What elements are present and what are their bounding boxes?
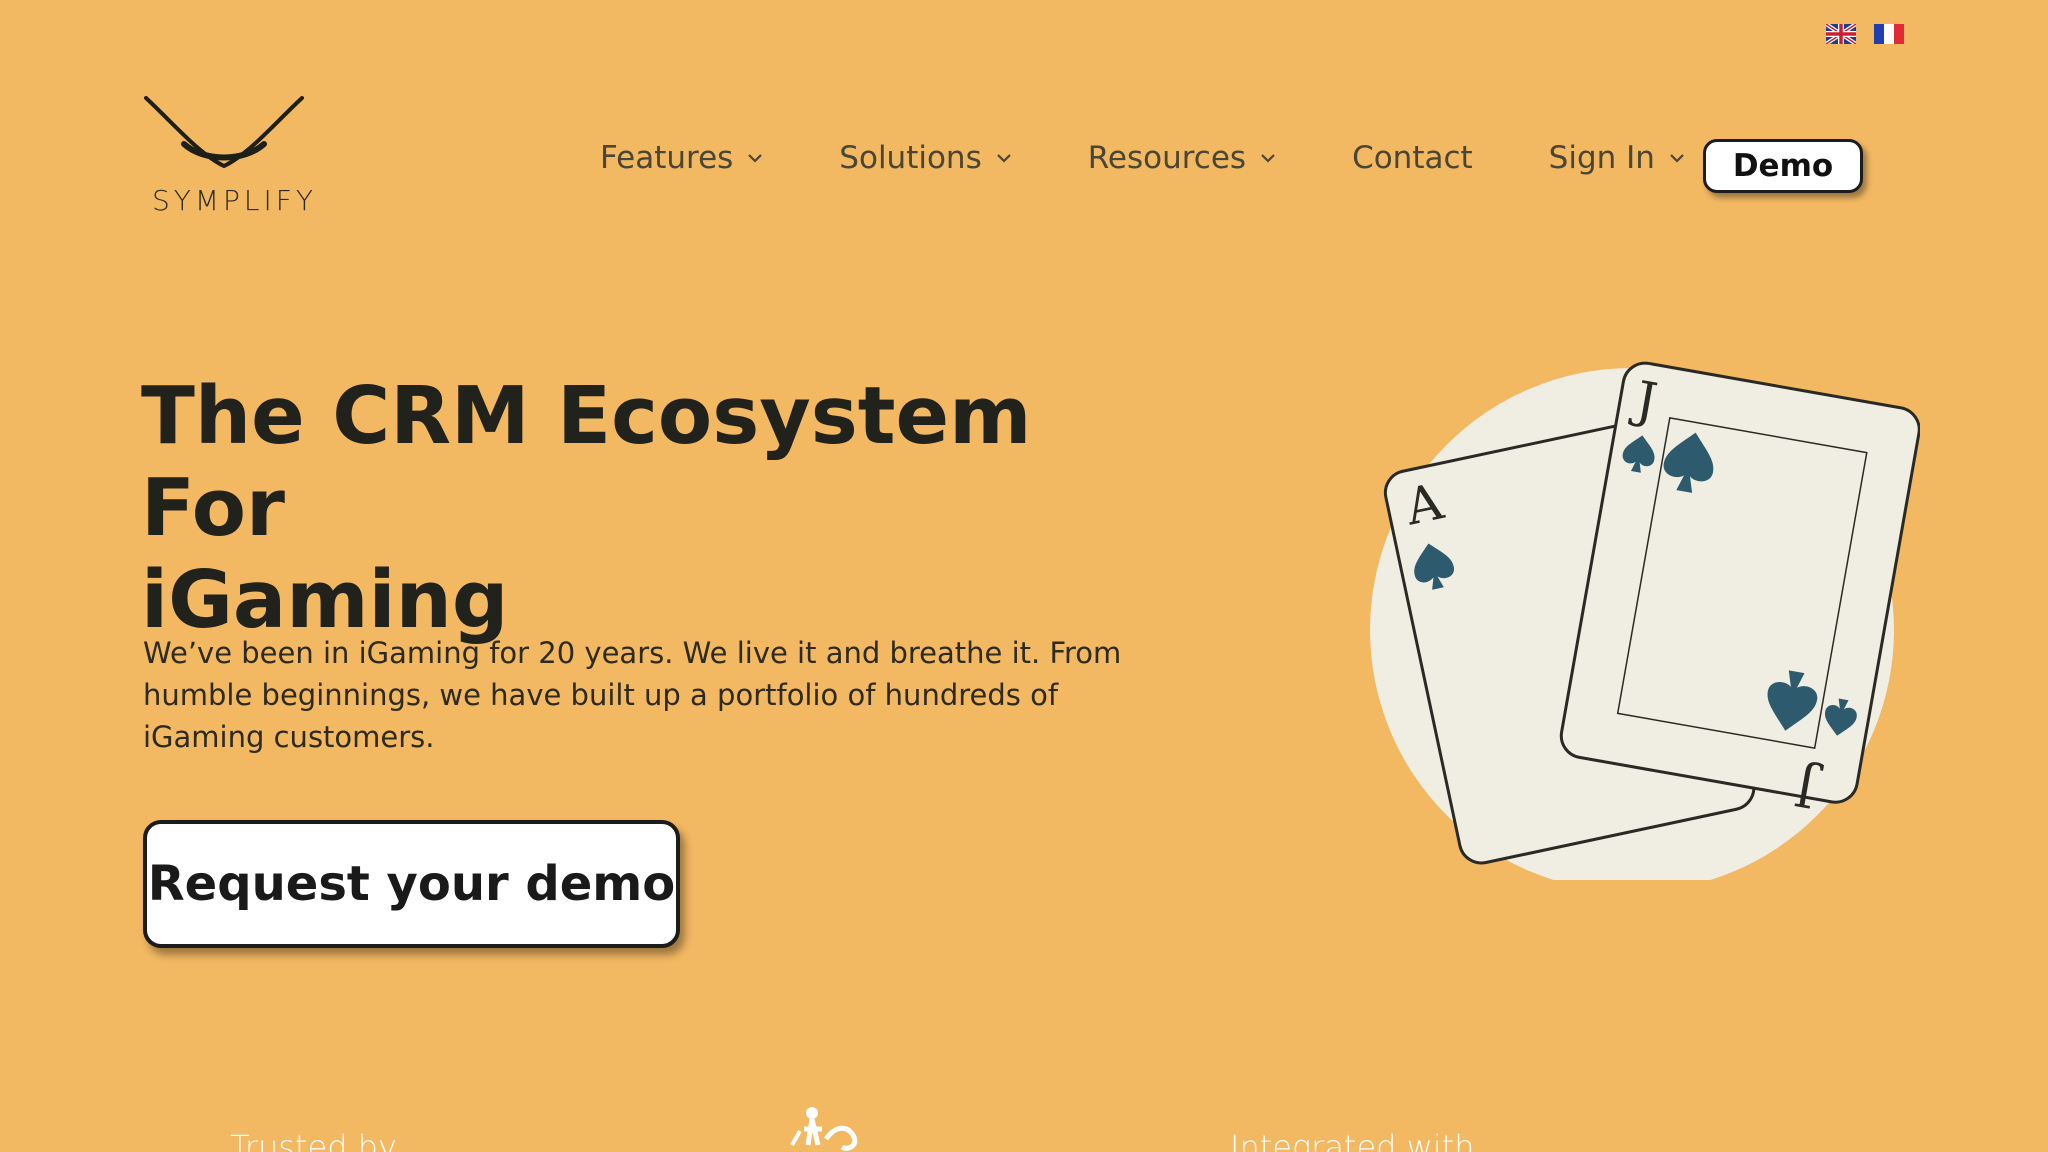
- nav-solutions[interactable]: Solutions: [839, 140, 1011, 176]
- chevron-down-icon: [996, 154, 1011, 163]
- nav-resources[interactable]: Resources: [1088, 140, 1276, 176]
- language-switcher: [1826, 24, 1904, 44]
- logo-text: SYMPLIFY: [152, 184, 317, 217]
- request-demo-button[interactable]: Request your demo: [143, 820, 680, 948]
- nav-contact-label: Contact: [1352, 140, 1473, 176]
- main-nav: Features Solutions Resources Contact Sig…: [600, 140, 1761, 176]
- nav-contact[interactable]: Contact: [1352, 140, 1473, 176]
- nav-features[interactable]: Features: [600, 140, 763, 176]
- demo-button[interactable]: Demo: [1703, 139, 1863, 193]
- hero-title-line1: The CRM Ecosystem For: [141, 370, 1032, 554]
- chevron-down-icon: [1261, 154, 1275, 163]
- partner-logo-icon: [790, 1107, 858, 1151]
- nav-solutions-label: Solutions: [839, 140, 982, 176]
- playing-cards-illustration: A J J: [1370, 361, 1920, 880]
- uk-flag-icon[interactable]: [1826, 24, 1856, 44]
- hero-description: We’ve been in iGaming for 20 years. We l…: [143, 636, 1122, 754]
- nav-sign-in[interactable]: Sign In: [1549, 140, 1685, 176]
- nav-sign-in-label: Sign In: [1548, 140, 1655, 176]
- integrated-with-label: Integrated with: [1230, 1128, 1475, 1152]
- france-flag-icon[interactable]: [1874, 24, 1904, 44]
- logo-mark-icon: [144, 96, 304, 169]
- symplify-logo[interactable]: SYMPLIFY: [140, 94, 313, 224]
- nav-resources-label: Resources: [1087, 140, 1247, 176]
- chevron-down-icon: [748, 154, 763, 163]
- hero-title: The CRM Ecosystem For iGaming: [141, 370, 1101, 646]
- nav-features-label: Features: [600, 140, 734, 176]
- page: SYMPLIFY Features Solutions Resources Co…: [0, 0, 2048, 1152]
- chevron-down-icon: [1670, 154, 1684, 163]
- trusted-by-label: Trusted by: [230, 1128, 397, 1152]
